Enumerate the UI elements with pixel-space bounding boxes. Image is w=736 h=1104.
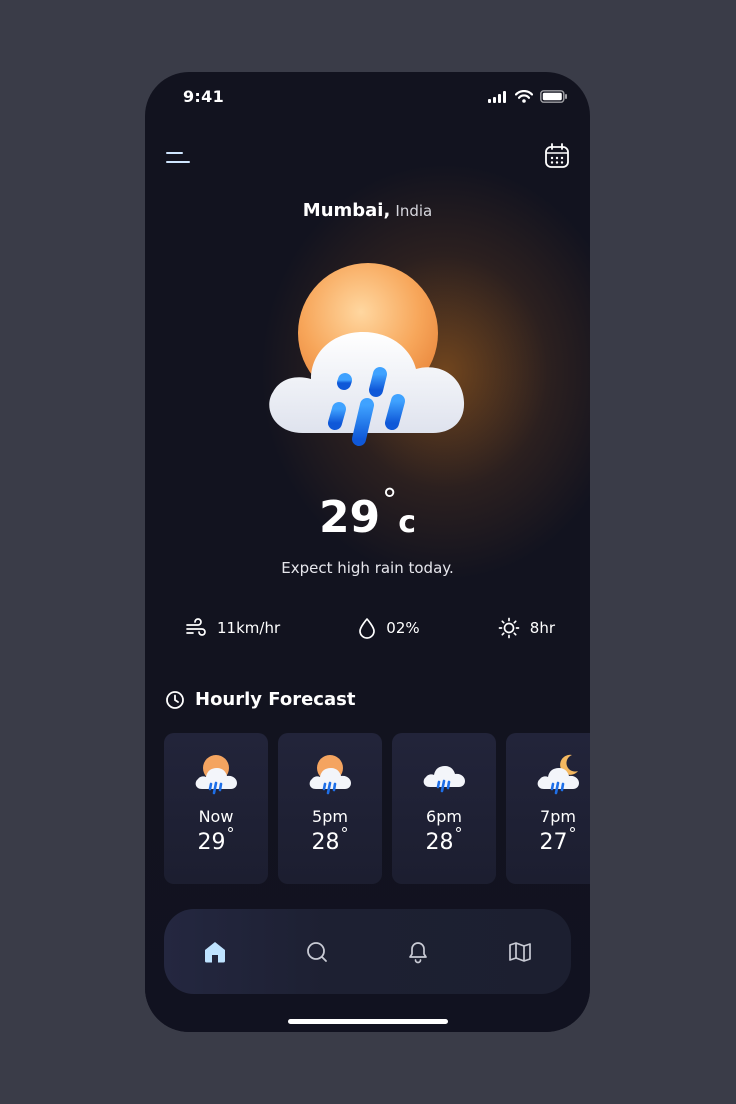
humidity-value: 02% xyxy=(386,619,420,637)
bottom-nav xyxy=(164,909,571,994)
temperature-unit: c xyxy=(398,505,417,540)
droplet-icon xyxy=(359,618,376,639)
sunshine-stat: 8hr xyxy=(498,617,555,639)
sun-icon xyxy=(498,617,520,639)
hour-temp-value: 29 xyxy=(197,830,226,855)
wind-value: 11km/hr xyxy=(217,619,281,637)
nav-home-button[interactable] xyxy=(195,932,235,972)
degree-symbol: ° xyxy=(382,483,398,518)
status-time: 9:41 xyxy=(183,87,224,106)
humidity-stat: 02% xyxy=(358,617,420,639)
nav-search-button[interactable] xyxy=(297,932,337,972)
location-label: Mumbai, India xyxy=(145,200,590,221)
battery-icon xyxy=(540,90,567,103)
weather-description: Expect high rain today. xyxy=(281,559,454,577)
wind-stat: 11km/hr xyxy=(185,617,280,639)
map-icon xyxy=(509,941,531,962)
moon-cloud-rain-icon xyxy=(537,754,579,795)
hour-card-now[interactable]: Now 29° xyxy=(164,733,268,884)
hour-card-5pm[interactable]: 5pm 28° xyxy=(278,733,382,884)
hour-temp-value: 28 xyxy=(425,830,454,855)
hourly-forecast-title: Hourly Forecast xyxy=(195,689,356,710)
calendar-icon[interactable] xyxy=(544,142,570,170)
country-name: India xyxy=(395,202,433,220)
temperature-value: 29 xyxy=(318,492,381,543)
city-name: Mumbai, xyxy=(302,200,391,221)
wifi-icon xyxy=(515,90,533,103)
sun-cloud-rain-icon xyxy=(195,755,237,795)
home-icon xyxy=(204,941,225,962)
phone-screen: 9:41 Mumbai, India 29° c Expect high rai… xyxy=(145,72,590,1032)
bell-icon xyxy=(409,941,428,963)
nav-notifications-button[interactable] xyxy=(398,932,438,972)
hour-temp: 27° xyxy=(539,824,577,855)
status-icons xyxy=(488,90,568,103)
current-temperature: 29° c xyxy=(145,483,590,543)
cloud-rain-icon xyxy=(423,766,465,793)
sunshine-value: 8hr xyxy=(529,619,555,637)
hour-temp: 28° xyxy=(311,824,349,855)
search-icon xyxy=(306,941,327,962)
hourly-forecast-list[interactable]: Now 29° 5pm 28° 6pm 28° 7pm 27° xyxy=(164,733,590,884)
hour-temp-value: 27 xyxy=(539,830,568,855)
menu-icon[interactable] xyxy=(165,148,191,168)
weather-stats: 11km/hr 02% 8hr xyxy=(185,617,555,639)
hourly-forecast-header: Hourly Forecast xyxy=(165,689,355,710)
hour-card-7pm[interactable]: 7pm 27° xyxy=(506,733,590,884)
hour-temp-value: 28 xyxy=(311,830,340,855)
nav-map-button[interactable] xyxy=(500,932,540,972)
hour-temp: 29° xyxy=(197,824,235,855)
degree-symbol: ° xyxy=(454,824,463,843)
hour-temp: 28° xyxy=(425,824,463,855)
clock-icon xyxy=(166,690,184,709)
sun-cloud-rain-icon xyxy=(269,263,465,446)
home-indicator[interactable] xyxy=(288,1019,448,1024)
degree-symbol: ° xyxy=(226,824,235,843)
hour-card-6pm[interactable]: 6pm 28° xyxy=(392,733,496,884)
wind-icon xyxy=(186,618,206,636)
signal-icon xyxy=(488,90,506,103)
degree-symbol: ° xyxy=(340,824,349,843)
degree-symbol: ° xyxy=(568,824,577,843)
sun-cloud-rain-icon xyxy=(309,755,351,795)
